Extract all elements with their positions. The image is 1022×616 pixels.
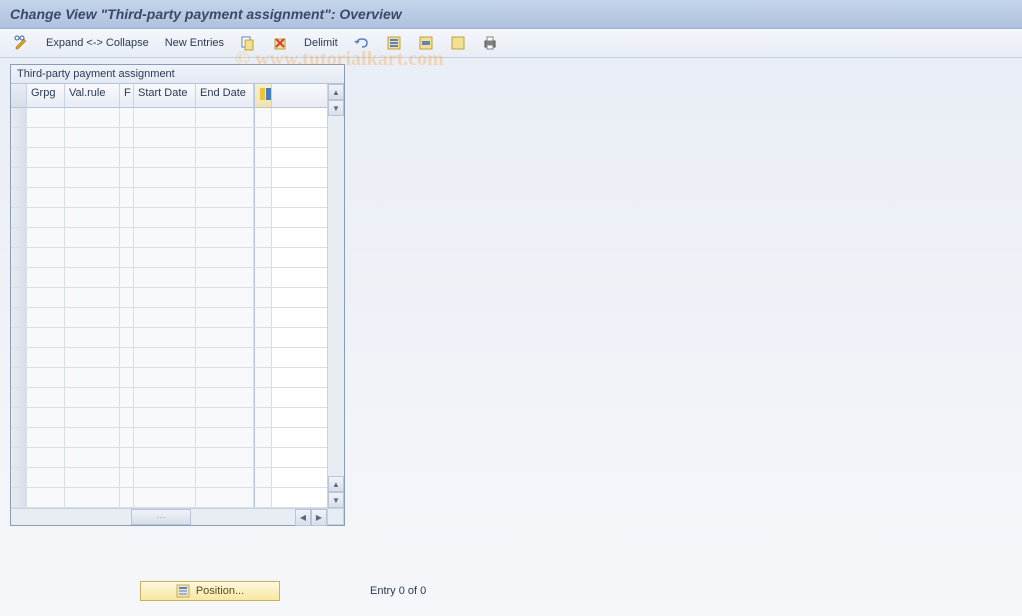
table-row[interactable]	[11, 428, 327, 448]
print-button[interactable]	[478, 33, 502, 53]
scroll-down-step-button[interactable]: ▼	[328, 100, 344, 116]
table-row[interactable]	[11, 208, 327, 228]
table-row[interactable]	[11, 408, 327, 428]
column-config-button[interactable]	[254, 84, 272, 107]
vertical-scrollbar[interactable]: ▲ ▼ ▲ ▼	[327, 84, 344, 508]
row-selector-header[interactable]	[11, 84, 27, 107]
copy-button[interactable]	[236, 33, 260, 53]
column-header-f[interactable]: F	[120, 84, 134, 107]
deselect-all-button[interactable]	[446, 33, 470, 53]
table-body	[11, 108, 327, 508]
table-title: Third-party payment assignment	[11, 65, 344, 84]
table-row[interactable]	[11, 248, 327, 268]
column-header-grpg[interactable]: Grpg	[27, 84, 65, 107]
expand-collapse-button[interactable]: Expand <-> Collapse	[42, 35, 153, 51]
column-header-startdate[interactable]: Start Date	[134, 84, 196, 107]
table-row[interactable]	[11, 468, 327, 488]
scroll-left-button[interactable]: ◀	[295, 509, 311, 526]
copy-icon	[240, 35, 256, 51]
table-row[interactable]	[11, 128, 327, 148]
position-label: Position...	[196, 585, 244, 597]
new-entries-button[interactable]: New Entries	[161, 35, 228, 51]
table-container: Third-party payment assignment Grpg Val.…	[10, 64, 345, 526]
content-area: Third-party payment assignment Grpg Val.…	[0, 58, 1022, 532]
table-row[interactable]	[11, 388, 327, 408]
scroll-up-step-button[interactable]: ▲	[328, 476, 344, 492]
select-block-button[interactable]	[414, 33, 438, 53]
scroll-track[interactable]	[328, 116, 344, 476]
table-row[interactable]	[11, 268, 327, 288]
undo-button[interactable]	[350, 33, 374, 53]
footer: Position... Entry 0 of 0	[0, 581, 1022, 601]
deselect-all-icon	[450, 35, 466, 51]
toolbar: Expand <-> Collapse New Entries Delimit	[0, 29, 1022, 58]
table-row[interactable]	[11, 228, 327, 248]
select-block-icon	[418, 35, 434, 51]
horizontal-scrollbar[interactable]: ⋯ ◀ ▶	[11, 508, 327, 525]
delete-icon	[272, 35, 288, 51]
table-row[interactable]	[11, 488, 327, 508]
column-header-valrule[interactable]: Val.rule	[65, 84, 120, 107]
table-row[interactable]	[11, 188, 327, 208]
scroll-right-button[interactable]: ▶	[311, 509, 327, 526]
select-all-icon	[386, 35, 402, 51]
scroll-down-button[interactable]: ▼	[328, 492, 344, 508]
title-bar: Change View "Third-party payment assignm…	[0, 0, 1022, 29]
position-icon	[176, 584, 190, 598]
scroll-up-button[interactable]: ▲	[328, 84, 344, 100]
new-entries-label: New Entries	[165, 37, 224, 49]
delete-button[interactable]	[268, 33, 292, 53]
position-button[interactable]: Position...	[140, 581, 280, 601]
toggle-edit-button[interactable]	[10, 33, 34, 53]
select-all-button[interactable]	[382, 33, 406, 53]
print-icon	[482, 35, 498, 51]
table-row[interactable]	[11, 448, 327, 468]
table-row[interactable]	[11, 328, 327, 348]
hscroll-thumb[interactable]: ⋯	[131, 509, 191, 525]
delimit-label: Delimit	[304, 37, 338, 49]
scroll-corner	[327, 508, 344, 525]
table-row[interactable]	[11, 288, 327, 308]
entry-status: Entry 0 of 0	[370, 585, 426, 597]
table-header: Grpg Val.rule F Start Date End Date	[11, 84, 327, 108]
pencil-glasses-icon	[14, 35, 30, 51]
column-header-enddate[interactable]: End Date	[196, 84, 254, 107]
table-row[interactable]	[11, 168, 327, 188]
table-row[interactable]	[11, 108, 327, 128]
table-row[interactable]	[11, 348, 327, 368]
page-title: Change View "Third-party payment assignm…	[10, 6, 1012, 22]
delimit-button[interactable]: Delimit	[300, 35, 342, 51]
undo-icon	[354, 35, 370, 51]
expand-collapse-label: Expand <-> Collapse	[46, 37, 149, 49]
table-row[interactable]	[11, 368, 327, 388]
table-row[interactable]	[11, 148, 327, 168]
table-row[interactable]	[11, 308, 327, 328]
